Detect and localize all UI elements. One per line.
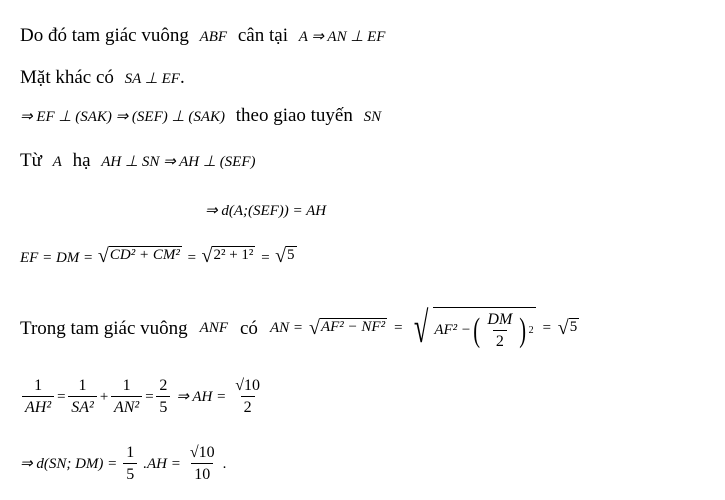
fraction: √10 10: [187, 445, 218, 483]
math-expr: AF² −: [434, 322, 472, 338]
text: Trong tam giác vuông: [20, 317, 188, 339]
text: Do đó tam giác vuông: [20, 25, 189, 46]
fraction: 15: [123, 444, 138, 483]
fraction: 1 SA²: [68, 378, 97, 416]
numerator: 2: [159, 377, 168, 394]
numerator: 1: [126, 444, 135, 461]
sqrt-expression: √ AF² − NF²: [308, 317, 388, 339]
line-9: ⇒ d(SN; DM) = 15 .AH = √10 10 .: [20, 445, 226, 483]
math-expr: ⇒ d(A;(SEF)) = AH: [205, 203, 327, 219]
math-expr: SA ⊥ EF: [124, 71, 180, 87]
plus: +: [98, 388, 109, 405]
numerator: DM: [487, 310, 513, 328]
math-expr: .AH =: [143, 455, 181, 472]
sqrt-body: AF² − ( DM 2 ) 2: [433, 306, 536, 350]
equals: =: [144, 388, 155, 405]
line-3: ⇒ EF ⊥ (SAK) ⇒ (SEF) ⊥ (SAK) theo giao t…: [20, 106, 381, 125]
sqrt-body: AF² − NF²: [319, 318, 388, 335]
sqrt-expression: √ AF² − ( DM 2 ) 2: [414, 303, 536, 352]
sqrt-body: 2² + 1²: [212, 246, 256, 263]
denominator: AH²: [22, 396, 55, 416]
math-expr: ANF: [199, 319, 228, 336]
text: cân tại: [237, 25, 288, 46]
math-expr: A ⇒ AN ⊥ EF: [298, 29, 386, 45]
line-5: ⇒ d(A;(SEF)) = AH: [205, 200, 326, 219]
numerator: 1: [122, 377, 131, 394]
line-1: Do đó tam giác vuông ABF cân tại A ⇒ AN …: [20, 26, 385, 45]
text: theo giao tuyến: [235, 105, 353, 126]
line-8: 1 AH² = 1 SA² + 1 AN² = 25 ⇒ AH = √10 2: [20, 378, 265, 416]
fraction: 1 AN²: [110, 377, 143, 416]
text: Mặt khác có: [20, 67, 114, 88]
math-expr: AH ⊥ SN ⇒ AH ⊥ (SEF): [101, 154, 256, 170]
fraction: 1 AH²: [22, 377, 55, 416]
period: .: [179, 67, 185, 88]
math-expr: A: [52, 154, 62, 170]
numerator: 1: [78, 377, 87, 394]
period: .: [222, 455, 227, 472]
line-6: EF = DM = √ CD² + CM² = √ 2² + 1² = √ 5: [20, 246, 297, 266]
equals: =: [56, 388, 67, 405]
math-expr: ⇒ d(SN; DM) =: [20, 455, 118, 472]
math-expr: ⇒ EF ⊥ (SAK) ⇒ (SEF) ⊥ (SAK): [20, 109, 225, 125]
sqrt-body: CD² + CM²: [108, 246, 182, 263]
sqrt-expression: √ 5: [557, 317, 580, 339]
text: hạ: [72, 150, 91, 171]
fraction: DM 2: [484, 310, 515, 350]
sqrt-expression: √ 2² + 1²: [201, 245, 256, 267]
numerator: 1: [34, 377, 43, 394]
line-2: Mặt khác có SA ⊥ EF.: [20, 68, 185, 87]
math-expr: ⇒ AH =: [176, 388, 227, 405]
denominator: 5: [123, 463, 138, 483]
equals: =: [260, 250, 271, 266]
math-expr: SN: [363, 109, 382, 125]
line-7: Trong tam giác vuông ANF có AN = √ AF² − …: [20, 303, 580, 352]
line-4: Từ A hạ AH ⊥ SN ⇒ AH ⊥ (SEF): [20, 151, 256, 170]
text: Từ: [20, 150, 42, 171]
denominator: 2: [492, 329, 507, 350]
numerator: √10: [189, 444, 215, 461]
math-expr: AN =: [269, 319, 303, 336]
sqrt-body: 5: [568, 318, 580, 335]
equals: =: [541, 319, 552, 336]
math-expr: ABF: [199, 29, 228, 45]
denominator: 5: [156, 396, 171, 416]
equals: =: [186, 250, 197, 266]
denominator: 2: [240, 396, 255, 416]
sqrt-expression: √ CD² + CM²: [97, 245, 182, 267]
equals: =: [393, 319, 404, 336]
denominator: AN²: [110, 396, 143, 416]
text: có: [240, 317, 258, 339]
numerator: √10: [235, 377, 261, 394]
denominator: 10: [191, 463, 214, 483]
denominator: SA²: [68, 396, 97, 416]
fraction: √10 2: [232, 378, 263, 416]
sqrt-expression: √ 5: [275, 245, 297, 267]
fraction: 25: [156, 377, 171, 416]
math-expr: EF = DM =: [20, 250, 94, 266]
sqrt-body: 5: [286, 246, 297, 263]
